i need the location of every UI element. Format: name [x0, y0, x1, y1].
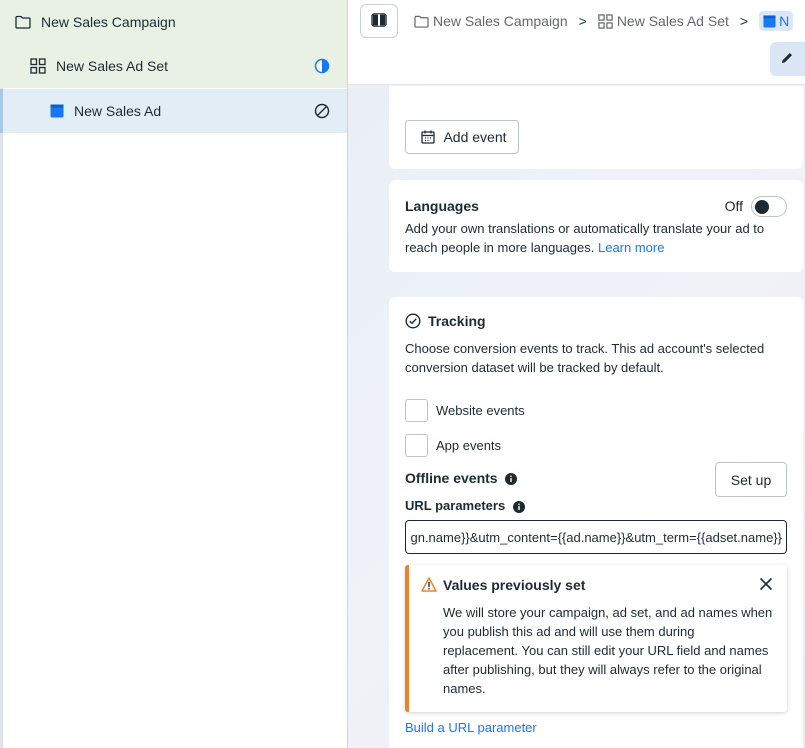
website-events-label: Website events — [436, 403, 525, 418]
setup-button[interactable]: Set up — [715, 462, 787, 497]
tree-item-ad[interactable]: New Sales Ad — [0, 89, 347, 133]
website-events-option[interactable]: Website events — [405, 399, 525, 422]
sidebar: New Sales Campaign New Sales Ad Set New … — [0, 0, 348, 748]
info-icon[interactable] — [512, 500, 525, 513]
url-parameters-field[interactable] — [405, 520, 787, 554]
breadcrumb-campaign[interactable]: New Sales Campaign — [414, 13, 568, 29]
breadcrumb-adset-label: New Sales Ad Set — [616, 13, 729, 29]
folder-icon — [14, 13, 32, 31]
tracking-title: Tracking — [428, 313, 486, 329]
languages-toggle-state: Off — [724, 198, 743, 214]
offline-events-label: Offline events — [405, 470, 498, 486]
warning-title: Values previously set — [443, 577, 586, 593]
app-events-label: App events — [436, 438, 502, 453]
warning-icon — [421, 577, 437, 592]
tree-item-adset[interactable]: New Sales Ad Set — [0, 44, 347, 88]
website-events-checkbox[interactable] — [405, 399, 428, 422]
breadcrumb-separator: > — [739, 13, 749, 29]
main-panel: New Sales Campaign > New Sales Ad Set > … — [348, 0, 805, 748]
grid-icon — [598, 13, 613, 29]
values-previously-set-alert: Values previously set We will store your… — [405, 565, 787, 712]
grid-icon — [29, 57, 47, 75]
languages-description: Add your own translations or automatical… — [405, 219, 790, 257]
pencil-icon — [780, 51, 794, 68]
warning-body: We will store your campaign, ad set, and… — [443, 605, 773, 696]
breadcrumb: New Sales Campaign > New Sales Ad Set > … — [414, 10, 794, 32]
url-parameters-heading: URL parameters — [405, 498, 525, 513]
sidebar-toggle-button[interactable] — [360, 4, 398, 38]
url-parameters-label: URL parameters — [405, 498, 506, 513]
tracking-header: Tracking — [405, 313, 486, 329]
folder-icon — [414, 15, 429, 28]
close-icon[interactable] — [759, 577, 773, 591]
breadcrumb-ad[interactable]: N — [759, 11, 794, 31]
panel-toggle-icon — [371, 12, 387, 30]
top-bar: New Sales Campaign > New Sales Ad Set > … — [348, 0, 805, 85]
tree-item-campaign[interactable]: New Sales Campaign — [0, 0, 347, 44]
edit-button[interactable] — [770, 42, 805, 76]
blocked-icon — [314, 103, 330, 119]
ad-icon — [763, 14, 776, 28]
breadcrumb-ad-label: N — [779, 13, 790, 29]
campaign-label: New Sales Campaign — [41, 14, 176, 30]
calendar-icon — [421, 130, 436, 144]
add-event-button[interactable]: Add event — [405, 120, 519, 154]
languages-toggle[interactable] — [751, 196, 787, 217]
tracking-card: Tracking Choose conversion events to tra… — [389, 297, 803, 748]
tracking-description: Choose conversion events to track. This … — [405, 341, 765, 375]
check-circle-icon — [405, 313, 421, 329]
adset-label: New Sales Ad Set — [56, 58, 169, 74]
languages-card: Languages Off Add your own translations … — [389, 180, 803, 272]
app-events-option[interactable]: App events — [405, 434, 501, 457]
url-parameters-input[interactable] — [410, 529, 782, 545]
breadcrumb-separator: > — [578, 13, 587, 29]
learn-more-link[interactable]: Learn more — [598, 240, 664, 255]
offline-events-heading: Offline events — [405, 470, 518, 486]
add-event-label: Add event — [443, 129, 507, 145]
info-icon[interactable] — [505, 473, 518, 486]
languages-title: Languages — [405, 198, 479, 214]
build-url-parameter-link[interactable]: Build a URL parameter — [405, 720, 537, 735]
languages-description-text: Add your own translations or automatical… — [405, 221, 765, 255]
breadcrumb-adset[interactable]: New Sales Ad Set — [598, 13, 729, 29]
app-events-checkbox[interactable] — [405, 434, 428, 457]
breadcrumb-campaign-label: New Sales Campaign — [433, 13, 568, 29]
toggle-knob — [755, 200, 769, 214]
events-card: Add event — [389, 86, 803, 169]
ad-icon — [48, 102, 66, 120]
half-circle-icon — [314, 58, 330, 74]
ad-label: New Sales Ad — [74, 103, 162, 119]
